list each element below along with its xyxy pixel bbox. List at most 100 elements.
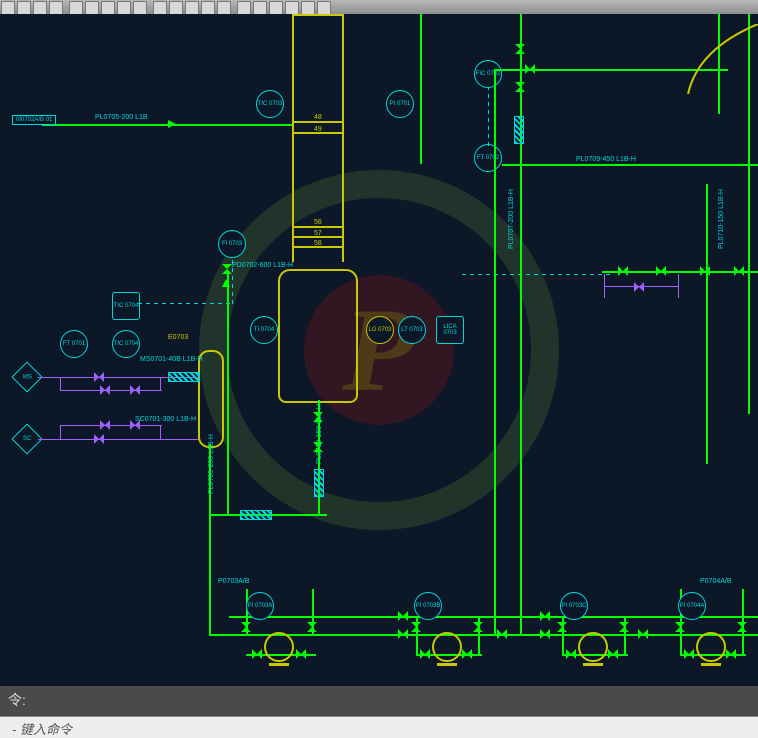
- tb-btn[interactable]: [117, 1, 131, 15]
- tb-btn[interactable]: [185, 1, 199, 15]
- line-label: MS0701-40B L1B-H: [140, 356, 203, 363]
- valve-icon: [734, 266, 744, 276]
- pipe-line: [38, 439, 198, 440]
- line-label: PD0702-600 L1B-H: [232, 262, 293, 269]
- tb-btn[interactable]: [217, 1, 231, 15]
- tb-btn[interactable]: [49, 1, 63, 15]
- valve-icon: [222, 264, 232, 274]
- tb-btn[interactable]: [153, 1, 167, 15]
- signal-line: [462, 274, 612, 275]
- pipe-line: [209, 634, 758, 636]
- valve-icon: [737, 622, 747, 632]
- tray-number: 49: [314, 126, 322, 133]
- spec-break-icon: [168, 372, 200, 382]
- tb-btn[interactable]: [133, 1, 147, 15]
- pipe-line: [229, 616, 758, 618]
- valve-icon: [130, 385, 140, 395]
- tb-btn[interactable]: [69, 1, 83, 15]
- tb-btn[interactable]: [85, 1, 99, 15]
- flow-arrow-icon: [222, 279, 230, 287]
- valve-icon: [241, 622, 251, 632]
- valve-icon: [608, 649, 618, 659]
- tb-btn[interactable]: [169, 1, 183, 15]
- valve-icon: [252, 649, 262, 659]
- tb-btn[interactable]: [201, 1, 215, 15]
- valve-icon: [726, 649, 736, 659]
- tray-line: [292, 121, 344, 123]
- tray-number: 56: [314, 219, 322, 226]
- pump-icon: [264, 632, 294, 662]
- tag-box: 0f0702A/B 01: [12, 115, 56, 125]
- valve-icon: [540, 611, 550, 621]
- instrument-bubble: PI 0703A: [246, 592, 274, 620]
- tb-btn[interactable]: [33, 1, 47, 15]
- valve-icon: [398, 629, 408, 639]
- instrument-bubble: LG 0703: [366, 316, 394, 344]
- valve-icon: [684, 649, 694, 659]
- line-label: SC0701-300 L1B-H: [135, 416, 196, 423]
- line-label: PL0705-200 L1B: [95, 114, 148, 121]
- valve-icon: [675, 622, 685, 632]
- valve-icon: [515, 44, 525, 54]
- instrument-bubble: TIC 0703: [256, 90, 284, 118]
- spec-break-icon: [514, 116, 524, 144]
- pipe-line: [60, 425, 61, 440]
- tb-btn[interactable]: [1, 1, 15, 15]
- tray-line: [292, 226, 344, 228]
- line-label: PL0709-450 L1B-H: [576, 156, 636, 163]
- valve-icon: [313, 412, 323, 422]
- drawing-canvas[interactable]: P PL0705-200 L1B 0f0702A/B 01 48 49 56 5…: [0, 14, 758, 686]
- valve-icon: [313, 442, 323, 452]
- tb-btn[interactable]: [253, 1, 267, 15]
- valve-icon: [473, 622, 483, 632]
- command-input[interactable]: - 键入命令: [0, 716, 758, 738]
- instrument-bubble: LICA 0703: [436, 316, 464, 344]
- tank-edge: [678, 24, 758, 94]
- instrument-bubble: PI 0703C: [560, 592, 588, 620]
- spec-break-icon: [240, 510, 272, 520]
- valve-icon: [130, 420, 140, 430]
- pipe-line: [60, 377, 61, 391]
- instrument-bubble: PI 0704A: [678, 592, 706, 620]
- pipe-line: [502, 164, 758, 166]
- valve-icon: [557, 622, 567, 632]
- tb-btn[interactable]: [285, 1, 299, 15]
- instrument-bubble: PI 0703B: [414, 592, 442, 620]
- tb-btn[interactable]: [237, 1, 251, 15]
- tray-number: 58: [314, 240, 322, 247]
- valve-icon: [540, 629, 550, 639]
- valve-icon: [525, 64, 535, 74]
- pipe-line: [227, 350, 229, 515]
- instrument-bubble: PI 0701: [386, 90, 414, 118]
- valve-icon: [94, 434, 104, 444]
- instrument-bubble: LT 0703: [398, 316, 426, 344]
- valve-icon: [638, 629, 648, 639]
- instrument-bubble: FT 0701: [60, 330, 88, 358]
- valve-icon: [94, 372, 104, 382]
- pipe-line: [604, 274, 605, 298]
- instrument-bubble: FT 0702: [474, 144, 502, 172]
- pipe-line: [60, 425, 162, 426]
- pipe-line: [160, 425, 161, 440]
- pump-icon: [578, 632, 608, 662]
- tb-btn[interactable]: [301, 1, 315, 15]
- instrument-bubble: TI 0704: [250, 316, 278, 344]
- pump-icon: [432, 632, 462, 662]
- tb-btn[interactable]: [101, 1, 115, 15]
- valve-icon: [411, 622, 421, 632]
- tb-btn[interactable]: [269, 1, 283, 15]
- valve-icon: [618, 266, 628, 276]
- pipe-line: [60, 390, 162, 391]
- tb-btn[interactable]: [317, 1, 331, 15]
- equipment-label: E0703: [168, 334, 188, 341]
- command-line-label: 令:: [0, 686, 758, 716]
- instrument-bubble: TIC 0704: [112, 330, 140, 358]
- line-label: PL0710-150 L1B-H: [718, 189, 725, 249]
- signal-line: [138, 303, 233, 304]
- tb-btn[interactable]: [17, 1, 31, 15]
- valve-icon: [515, 82, 525, 92]
- flow-arrow-icon: [168, 120, 176, 128]
- pump-label: P0704A/B: [700, 578, 732, 585]
- instrument-bubble: TIC 0704: [112, 292, 140, 320]
- watermark: P: [199, 170, 559, 530]
